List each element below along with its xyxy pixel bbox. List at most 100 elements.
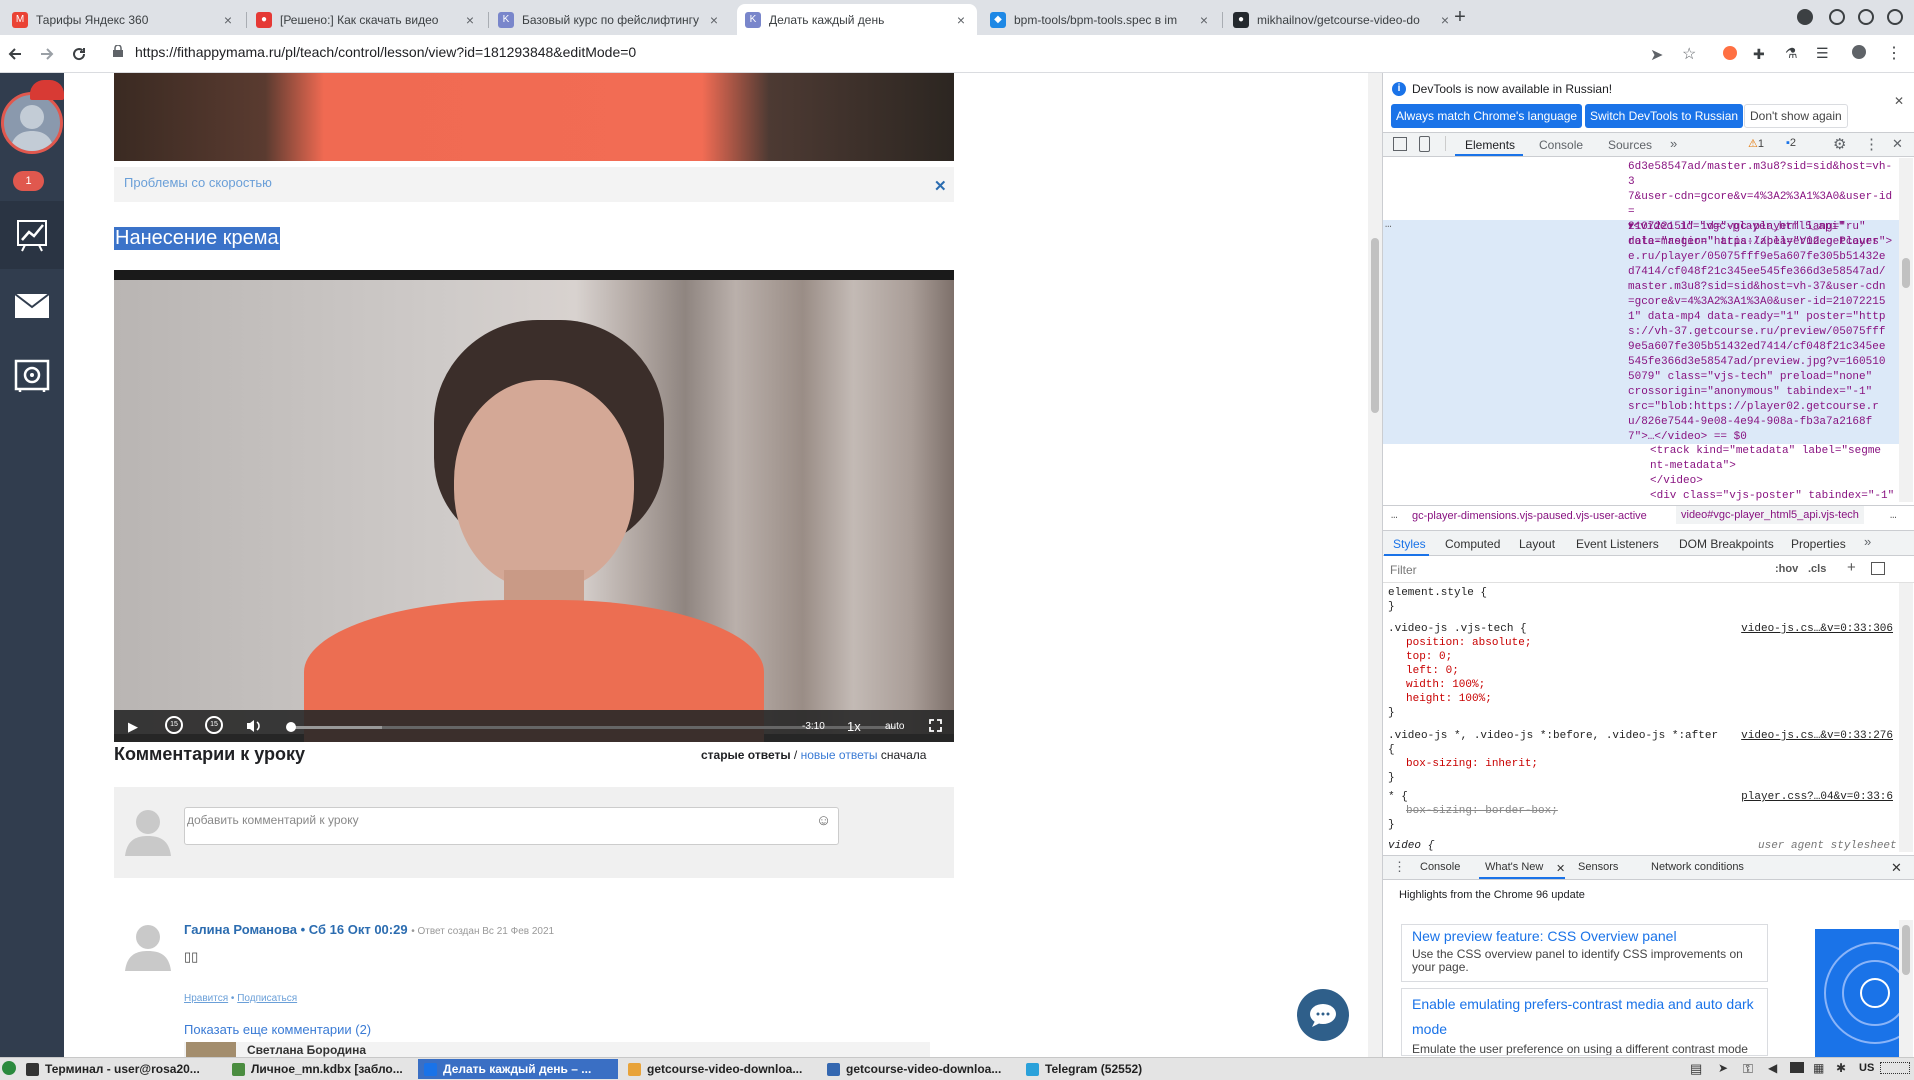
breadcrumb-more[interactable]: …	[1890, 510, 1897, 522]
address-bar[interactable]: https://fithappymama.ru/pl/teach/control…	[135, 44, 636, 60]
selected-dom-line[interactable]: master.m3u8?sid=sid&host=vh-37&user-cdn	[1628, 280, 1898, 295]
dom-line[interactable]: <div class="vjs-poster" tabindex="-1"	[1650, 489, 1914, 504]
drawer-tab[interactable]: Network conditions	[1651, 861, 1744, 873]
notification-badge[interactable]: 1	[13, 171, 44, 191]
maximize-icon[interactable]	[1858, 9, 1874, 25]
selected-dom-line[interactable]: d7414/cf048f21c345ee545fe366d3e58547ad/	[1628, 265, 1898, 280]
profile-icon[interactable]	[1852, 45, 1866, 59]
close-whats-new-icon[interactable]: ✕	[1556, 862, 1565, 875]
styles-scrollbar[interactable]	[1899, 583, 1913, 852]
drawer-tab[interactable]: What's New	[1485, 861, 1543, 873]
rewind-15-icon[interactable]: 15	[165, 716, 183, 734]
selected-dom-line[interactable]: data-master="https://player02.getcours	[1628, 235, 1898, 250]
avatar[interactable]	[1, 92, 63, 154]
close-drawer-icon[interactable]: ✕	[1891, 860, 1902, 876]
browser-tab[interactable]: ● [Решено:] Как скачать видео ×	[248, 4, 486, 35]
quality-selector[interactable]: auto	[885, 721, 904, 732]
drawer-menu-icon[interactable]: ⋮	[1393, 859, 1406, 875]
styles-filter-input[interactable]: Filter	[1390, 563, 1417, 577]
selected-dom-line[interactable]: =gcore&v=4%3A2%3A1%3A0&user-id=21072215	[1628, 295, 1898, 310]
more-tabs-icon[interactable]: »	[1670, 136, 1677, 151]
browser-tab[interactable]: ● mikhailnov/getcourse-video-do ×	[1225, 4, 1461, 35]
card1-title[interactable]: New preview feature: CSS Overview panel	[1412, 928, 1677, 944]
tab-close-icon[interactable]: ×	[953, 12, 969, 28]
css-rule[interactable]: element.style {}	[1388, 586, 1893, 614]
tab-close-icon[interactable]: ×	[220, 12, 236, 28]
taskbar-item[interactable]: getcourse-video-downloa...	[622, 1059, 817, 1079]
styles-tab[interactable]: Layout	[1519, 537, 1555, 551]
tab-close-icon[interactable]: ×	[706, 12, 722, 28]
browser-tab[interactable]: K Базовый курс по фейслифтингу ×	[490, 4, 730, 35]
tab-close-icon[interactable]: ×	[1196, 12, 1212, 28]
css-property[interactable]: {	[1388, 743, 1893, 757]
drawer-tab[interactable]: Console	[1420, 861, 1460, 873]
clock[interactable]	[1880, 1062, 1910, 1074]
breadcrumb-div[interactable]: gc-player-dimensions.vjs-paused.vjs-user…	[1412, 510, 1647, 522]
styles-tab[interactable]: Computed	[1445, 537, 1500, 551]
taskbar-item[interactable]: Терминал - user@rosa20...	[20, 1059, 225, 1079]
css-property[interactable]: left: 0;	[1388, 664, 1893, 678]
styles-tab[interactable]: Properties	[1791, 537, 1846, 551]
menu-icon[interactable]: ⋮	[1886, 43, 1902, 63]
css-property[interactable]: top: 0;	[1388, 650, 1893, 664]
dom-line[interactable]: </video>	[1650, 474, 1914, 489]
browser-tab[interactable]: ◆ bpm-tools/bpm-tools.spec в im ×	[982, 4, 1220, 35]
sidebar-chart-button[interactable]	[0, 201, 64, 269]
css-property[interactable]: box-sizing: inherit;	[1388, 757, 1893, 771]
dom-line[interactable]: nt-metadata">	[1650, 459, 1914, 474]
puzzle-icon[interactable]: ✚	[1753, 46, 1765, 63]
warning-count[interactable]: ⚠1	[1748, 137, 1764, 150]
forward-icon[interactable]	[34, 41, 60, 67]
nested-author[interactable]: Светлана Бородина	[247, 1043, 366, 1057]
drawer-tab[interactable]: Sensors	[1578, 861, 1618, 873]
labs-icon[interactable]: ⚗	[1785, 45, 1798, 62]
more-panels-icon[interactable]: »	[1864, 534, 1871, 549]
video-player[interactable]: ▶ 15 15 -3:10 1x auto	[114, 270, 954, 742]
new-tab-button[interactable]: +	[1448, 6, 1472, 30]
sort-new-link[interactable]: новые ответы	[801, 748, 878, 762]
back-icon[interactable]	[2, 41, 28, 67]
hov-toggle[interactable]: :hov	[1775, 563, 1798, 575]
cls-toggle[interactable]: .cls	[1808, 563, 1826, 575]
selected-dom-line[interactable]: crossorigin="anonymous" tabindex="-1"	[1628, 385, 1898, 400]
selected-dom-line[interactable]: s://vh-37.getcourse.ru/preview/05075fff	[1628, 325, 1898, 340]
selected-dom-line[interactable]: 1" data-mp4 data-ready="1" poster="http	[1628, 310, 1898, 325]
keyboard-layout[interactable]: US	[1859, 1062, 1874, 1074]
feature-card-2[interactable]: Enable emulating prefers-contrast media …	[1401, 988, 1768, 1056]
os-menu-icon[interactable]	[2, 1061, 16, 1075]
feature-card-1[interactable]: New preview feature: CSS Overview panel …	[1401, 924, 1768, 982]
battery-tray-icon[interactable]	[1790, 1062, 1804, 1073]
tab-search-icon[interactable]	[1797, 9, 1813, 25]
device-toggle-icon[interactable]	[1419, 136, 1430, 152]
media-icon[interactable]: ☰	[1816, 45, 1829, 62]
bookmark-star-icon[interactable]: ☆	[1682, 44, 1696, 64]
selected-dom-line[interactable]: 9e5a607fe305b51432ed7414/cf048f21c345ee	[1628, 340, 1898, 355]
tab-console[interactable]: Console	[1539, 138, 1583, 152]
drawer-scrollbar[interactable]	[1899, 920, 1913, 1057]
sidebar-safe-button[interactable]	[0, 342, 64, 410]
dom-line[interactable]: 6d3e58547ad/master.m3u8?sid=sid&host=vh-…	[1628, 160, 1898, 190]
comment-author[interactable]: Галина Романова	[184, 922, 297, 937]
keepass-tray-icon[interactable]: ⚿	[1743, 1061, 1753, 1077]
styles-tab[interactable]: Event Listeners	[1576, 537, 1659, 551]
drawer-scroll-thumb[interactable]	[1902, 925, 1910, 975]
page-scroll-thumb[interactable]	[1371, 238, 1379, 413]
message-count[interactable]: ▪2	[1786, 137, 1796, 149]
reload-icon[interactable]	[66, 41, 92, 67]
devtools-menu-icon[interactable]: ⋮	[1864, 135, 1879, 153]
browser-tab[interactable]: K Делать каждый день ×	[737, 4, 977, 35]
breadcrumb-video[interactable]: video#vgc-player_html5_api.vjs-tech	[1676, 506, 1864, 524]
selected-dom-line[interactable]: src="blob:https://player02.getcourse.r	[1628, 400, 1898, 415]
selected-dom-line[interactable]: u/826e7544-9e08-4e94-908a-fb3a7a2168f	[1628, 415, 1898, 430]
match-language-button[interactable]: Always match Chrome's language	[1391, 104, 1583, 128]
playback-speed[interactable]: 1x	[847, 719, 861, 734]
new-rule-icon[interactable]: +	[1847, 559, 1856, 576]
telegram-tray-icon[interactable]: ➤	[1718, 1061, 1728, 1075]
taskbar-item[interactable]: Telegram (52552)	[1020, 1059, 1170, 1079]
css-source-link[interactable]: video-js.cs…&v=0:33:276	[1741, 729, 1893, 743]
styles-tab[interactable]: DOM Breakpoints	[1679, 537, 1774, 551]
css-property[interactable]: height: 100%;	[1388, 692, 1893, 706]
clipboard-icon[interactable]: ▤	[1690, 1061, 1702, 1077]
node-ellipsis-icon[interactable]: …	[1385, 219, 1392, 231]
chat-button[interactable]	[1297, 989, 1349, 1041]
